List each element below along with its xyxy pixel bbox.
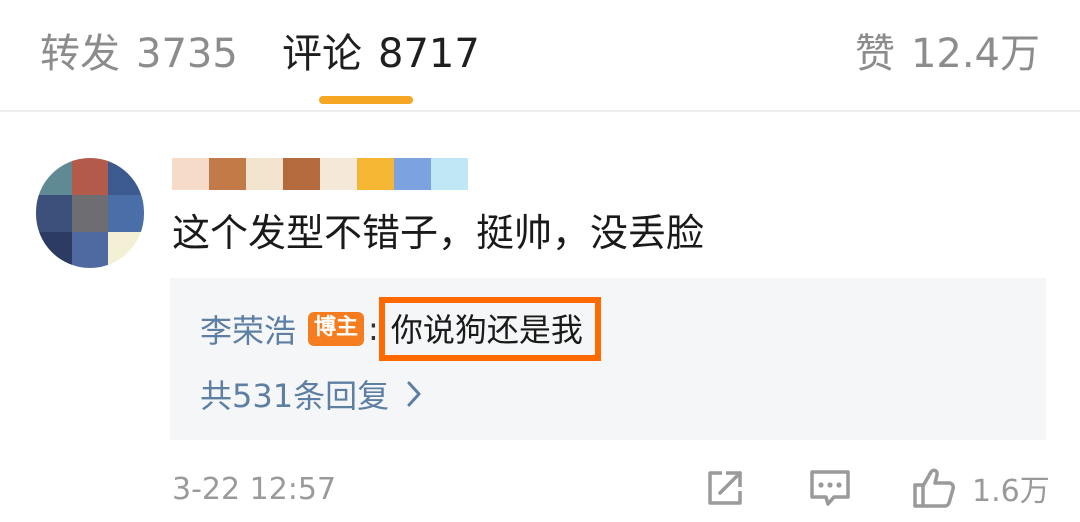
- tab-repost-label: 转发: [40, 31, 120, 77]
- like-button[interactable]: 1.6万: [912, 466, 1050, 510]
- tab-repost[interactable]: 转发 3735: [40, 28, 238, 80]
- tab-repost-count: 3735: [136, 31, 238, 77]
- tab-comment[interactable]: 评论 8717: [282, 28, 480, 80]
- tab-like-label: 赞: [854, 31, 895, 77]
- avatar-pixel: [72, 195, 108, 232]
- avatar-pixel: [36, 158, 72, 195]
- avatar-pixel: [36, 195, 72, 232]
- reply-colon: :: [368, 310, 379, 348]
- username-pixel: [357, 158, 394, 190]
- username-pixel: [394, 158, 431, 190]
- avatar-pixel: [108, 158, 144, 195]
- reply-line: 李荣浩 博主 : 你说狗还是我: [200, 297, 601, 361]
- username-pixel: [246, 158, 283, 190]
- blogger-badge: 博主: [308, 312, 365, 346]
- active-tab-indicator: [319, 96, 413, 104]
- tab-comment-count: 8717: [378, 31, 480, 77]
- tab-bar: 转发 3735 评论 8717 赞 12.4万: [0, 0, 1080, 112]
- avatar[interactable]: [36, 158, 144, 268]
- timestamp: 3-22 12:57: [172, 472, 337, 507]
- highlight-box: 你说狗还是我: [378, 297, 601, 361]
- chevron-right-icon: [407, 381, 421, 407]
- reply-text: 你说狗还是我: [390, 311, 583, 349]
- avatar-pixel: [108, 195, 144, 232]
- thumbs-up-icon: [913, 468, 955, 508]
- avatar-pixel: [36, 232, 72, 268]
- comment-text: 这个发型不错子，挺帅，没丢脸: [172, 211, 705, 255]
- comment-button[interactable]: [808, 466, 852, 510]
- comment-icon: [810, 470, 850, 506]
- username-pixel: [320, 158, 357, 190]
- username-pixel: [172, 158, 209, 190]
- username-pixel: [431, 158, 468, 190]
- username-pixel: [283, 158, 320, 190]
- username-pixel: [209, 158, 246, 190]
- share-icon: [708, 471, 742, 505]
- more-replies-link[interactable]: 共531条回复: [200, 372, 421, 416]
- tab-like-count: 12.4万: [910, 31, 1040, 77]
- avatar-pixel: [72, 232, 108, 268]
- reply-author[interactable]: 李荣浩: [200, 306, 296, 352]
- reply-box[interactable]: 李荣浩 博主 : 你说狗还是我 共531条回复: [170, 278, 1046, 440]
- username-pixelated[interactable]: [172, 158, 468, 190]
- tab-comment-label: 评论: [282, 31, 362, 77]
- avatar-pixel: [108, 232, 144, 268]
- avatar-pixel: [72, 158, 108, 195]
- more-replies-label: 共531条回复: [200, 377, 390, 415]
- like-count: 1.6万: [972, 474, 1050, 509]
- share-button[interactable]: [704, 466, 746, 510]
- tab-like[interactable]: 赞 12.4万: [855, 28, 1040, 80]
